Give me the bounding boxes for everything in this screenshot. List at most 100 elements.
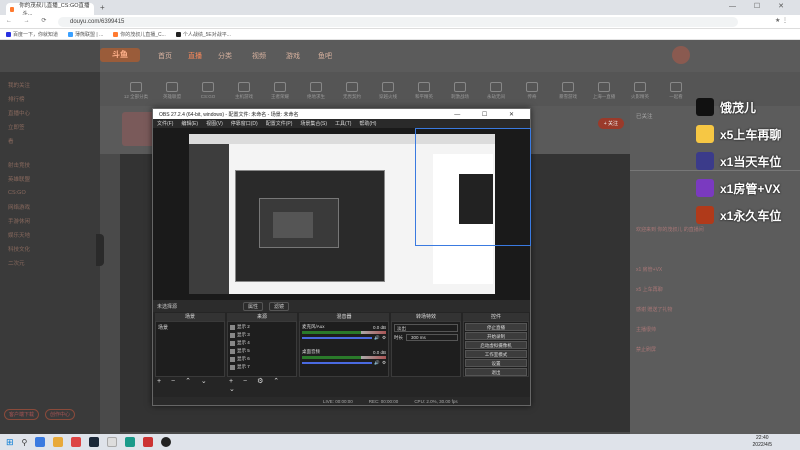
- nav-home[interactable]: 首页: [158, 51, 172, 61]
- source-item[interactable]: 显示 4: [230, 339, 294, 347]
- category-item[interactable]: 绝地求生: [298, 79, 334, 100]
- scene-toolbar-icon[interactable]: + − ⌃ ⌄: [155, 377, 225, 385]
- transition-select[interactable]: 淡出: [394, 324, 458, 332]
- follow-button[interactable]: + 关注: [597, 118, 624, 129]
- clock[interactable]: 22:40 2022/4/5: [753, 435, 772, 449]
- stop-streaming-button[interactable]: 停止直播: [465, 323, 527, 331]
- category-item[interactable]: 主机游戏: [226, 79, 262, 100]
- app-icon[interactable]: [107, 437, 118, 447]
- nav-game[interactable]: 游戏: [286, 51, 300, 61]
- category-item[interactable]: 穿越火线: [370, 79, 406, 100]
- sidebar-item[interactable]: 网络游戏: [0, 200, 100, 214]
- sidebar-collapse-handle[interactable]: [96, 234, 104, 266]
- sidebar-item[interactable]: 科技文化: [0, 242, 100, 256]
- streamer-avatar[interactable]: [122, 112, 156, 146]
- file-explorer-icon[interactable]: [53, 437, 64, 447]
- sidebar-item[interactable]: 我的关注: [0, 78, 100, 92]
- selection-box[interactable]: [415, 128, 531, 246]
- menu-item[interactable]: 工具(T): [335, 120, 351, 127]
- douyu-logo[interactable]: 斗鱼: [100, 48, 140, 62]
- window-controls[interactable]: — ☐ ✕: [729, 2, 792, 10]
- source-item[interactable]: 显示 5: [230, 347, 294, 355]
- category-item[interactable]: CS:GO: [190, 79, 226, 99]
- windows-start-icon[interactable]: ⊞: [6, 437, 14, 448]
- studio-mode-button[interactable]: 工作室模式: [465, 350, 527, 358]
- properties-button[interactable]: 属性: [243, 301, 264, 311]
- category-item[interactable]: 永劫无间: [478, 79, 514, 100]
- speaker-icon[interactable]: 🔊: [374, 335, 380, 341]
- nav-live[interactable]: 直播: [188, 51, 202, 61]
- category-item[interactable]: 火影精英: [622, 79, 658, 100]
- duration-input[interactable]: 300 ms: [406, 334, 458, 341]
- creator-center-button[interactable]: 创作中心: [45, 409, 76, 420]
- nav-yuba[interactable]: 鱼吧: [318, 51, 332, 61]
- source-toolbar-icon[interactable]: + − ⚙ ⌃ ⌄: [227, 377, 297, 393]
- category-item[interactable]: 暴雪游戏: [550, 79, 586, 100]
- avatar[interactable]: [672, 46, 690, 64]
- sidebar-item[interactable]: 直播中心: [0, 106, 100, 120]
- nav-buttons-icon[interactable]: ← → ⟳: [6, 17, 51, 24]
- obs-window-controls[interactable]: — ☐ ✕: [454, 111, 524, 118]
- category-item[interactable]: 刺激战场: [442, 79, 478, 100]
- sidebar-item[interactable]: 排行榜: [0, 92, 100, 106]
- source-item[interactable]: 显示 3: [230, 331, 294, 339]
- sidebar-item[interactable]: 射击竞技: [0, 158, 100, 172]
- scene-item[interactable]: 场景: [158, 324, 222, 331]
- bookmark-item[interactable]: 薄熊联盟 | ...: [68, 31, 103, 38]
- sidebar-item[interactable]: 手游休闲: [0, 214, 100, 228]
- speaker-icon[interactable]: 🔊: [374, 360, 380, 366]
- menu-item[interactable]: 帮助(H): [359, 120, 376, 127]
- menu-item[interactable]: 配置文件(P): [266, 120, 293, 127]
- chat-message: x1 房管+VX: [636, 267, 663, 273]
- category-item[interactable]: 英雄联盟: [154, 79, 190, 100]
- gear-icon[interactable]: ⚙: [382, 360, 386, 366]
- source-item[interactable]: 显示 7: [230, 363, 294, 371]
- exit-button[interactable]: 退出: [465, 368, 527, 376]
- menu-item[interactable]: 停靠窗口(D): [231, 120, 258, 127]
- sidebar-item[interactable]: 二次元: [0, 256, 100, 270]
- sidebar-item[interactable]: 看: [0, 134, 100, 148]
- category-item[interactable]: 12 全部分类: [118, 79, 154, 100]
- volume-slider[interactable]: [302, 362, 373, 364]
- filters-button[interactable]: 滤镜: [269, 301, 290, 311]
- obs-icon[interactable]: [161, 437, 172, 447]
- source-item[interactable]: 显示 6: [230, 355, 294, 363]
- steam-icon[interactable]: [89, 437, 100, 447]
- obs-preview-canvas[interactable]: [153, 128, 531, 300]
- bookmark-item[interactable]: 个人战绩_5E对战平...: [175, 31, 231, 38]
- menu-item[interactable]: 文件(F): [157, 120, 173, 127]
- sidebar-item[interactable]: 立即签: [0, 120, 100, 134]
- client-download-button[interactable]: 客户端下载: [4, 409, 40, 420]
- app-icon[interactable]: [143, 437, 154, 447]
- category-item[interactable]: 传奇: [514, 79, 550, 100]
- url-input[interactable]: douyu.com/6399415: [58, 17, 738, 27]
- nav-video[interactable]: 视频: [252, 51, 266, 61]
- category-item[interactable]: 王者荣耀: [262, 79, 298, 100]
- app-icon[interactable]: [125, 437, 136, 447]
- sidebar-item[interactable]: 娱乐天地: [0, 228, 100, 242]
- menu-item[interactable]: 场景集合(S): [300, 120, 327, 127]
- task-view-icon[interactable]: [35, 437, 46, 447]
- start-recording-button[interactable]: 开始录制: [465, 332, 527, 340]
- new-tab-icon[interactable]: +: [100, 3, 105, 12]
- bookmark-item[interactable]: 百度一下，你就知道: [6, 31, 58, 38]
- category-item[interactable]: 和平精英: [406, 79, 442, 100]
- gear-icon[interactable]: ⚙: [382, 335, 386, 341]
- sidebar-item[interactable]: 英雄联盟: [0, 172, 100, 186]
- nav-category[interactable]: 分类: [218, 51, 232, 61]
- settings-button[interactable]: 设置: [465, 359, 527, 367]
- category-item[interactable]: 上海一直播: [586, 79, 622, 100]
- app-icon[interactable]: [71, 437, 82, 447]
- sidebar-item[interactable]: CS:GO: [0, 186, 100, 200]
- category-item[interactable]: 一起看: [658, 79, 694, 100]
- menu-item[interactable]: 视图(V): [206, 120, 223, 127]
- category-item[interactable]: 无畏契约: [334, 79, 370, 100]
- volume-slider[interactable]: [302, 337, 373, 339]
- virtual-camera-button[interactable]: 启动虚拟摄像机: [465, 341, 527, 349]
- menu-item[interactable]: 编辑(E): [181, 120, 198, 127]
- profile-icon[interactable]: ★ ⋮: [775, 17, 788, 24]
- bookmark-item[interactable]: 你的茂叔儿直播_C...: [113, 31, 166, 38]
- search-icon[interactable]: ⚲: [22, 438, 28, 447]
- browser-tab-active[interactable]: 你的茂叔儿直播_CS:GO直播_斗...: [6, 3, 94, 17]
- source-item[interactable]: 显示 2: [230, 323, 294, 331]
